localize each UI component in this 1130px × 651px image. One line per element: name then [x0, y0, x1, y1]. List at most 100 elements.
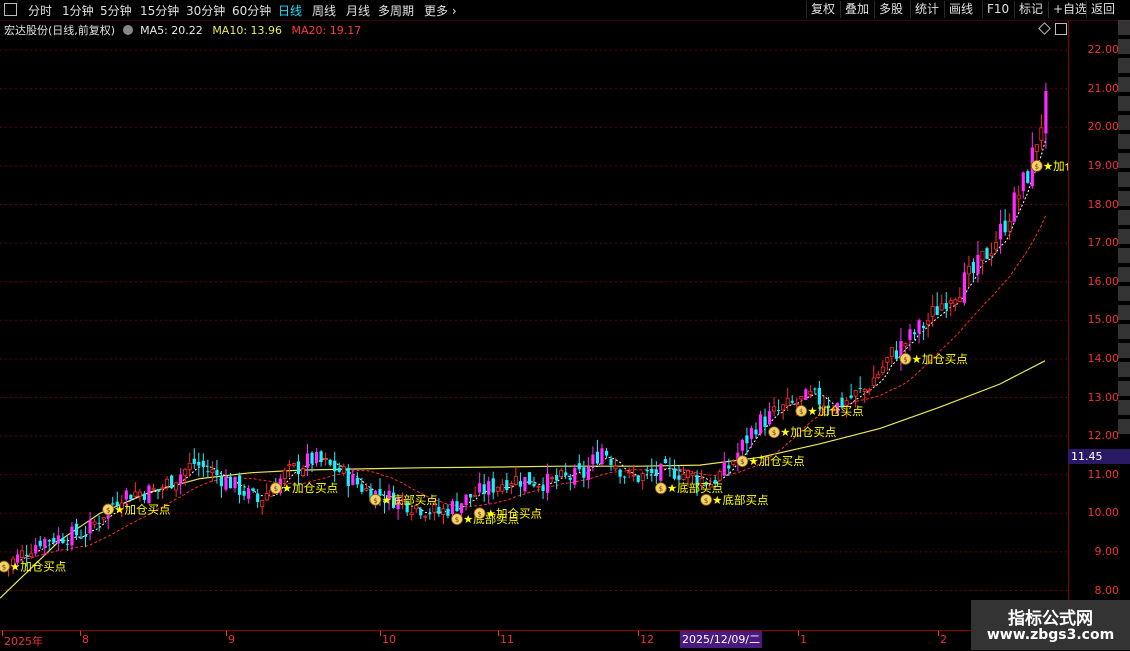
candle-body — [101, 517, 106, 520]
tab-timeframe-3[interactable]: 15分钟 — [140, 2, 179, 19]
tab-timeframe-8[interactable]: 月线 — [346, 2, 370, 19]
candle-body — [478, 483, 482, 493]
toolbar-button-6[interactable]: 标记 — [1014, 1, 1047, 18]
candle-body — [536, 485, 541, 488]
y-tick-label: 12.00 — [1087, 429, 1120, 443]
tab-timeframe-2[interactable]: 5分钟 — [100, 2, 132, 19]
candle-body — [450, 500, 455, 514]
candle-body — [219, 476, 224, 487]
toolbar-button-7[interactable]: +自选 — [1048, 1, 1091, 18]
candle-body — [957, 296, 962, 302]
tab-timeframe-9[interactable]: 多周期 — [378, 2, 414, 19]
toolbar-button-4[interactable]: 画线 — [944, 1, 977, 18]
candle-body — [446, 508, 450, 516]
candle-body — [794, 403, 799, 405]
dollar-glyph: $ — [1035, 163, 1039, 171]
candle-body — [319, 451, 323, 463]
toolbar-button-3[interactable]: 统计 — [910, 1, 943, 18]
settings-icon[interactable] — [122, 25, 133, 35]
candle-body — [20, 550, 25, 558]
candle-body — [930, 305, 935, 317]
candle-body — [137, 491, 142, 497]
side-strip-block — [1118, 96, 1130, 111]
candle-body — [192, 458, 196, 464]
side-strip-block — [1118, 324, 1130, 339]
dollar-glyph: $ — [740, 458, 744, 466]
tab-timeframe-1[interactable]: 1分钟 — [62, 2, 94, 19]
tab-timeframe-7[interactable]: 周线 — [312, 2, 336, 19]
signal-label: ★加仓买点 — [911, 352, 967, 366]
candle-body — [346, 467, 350, 486]
tab-timeframe-0[interactable]: 分时 — [28, 2, 52, 19]
candle-body — [314, 452, 319, 463]
candle-body — [595, 451, 600, 464]
side-strip-block — [1118, 210, 1130, 225]
candle-body — [568, 477, 572, 480]
candle-body — [727, 465, 731, 469]
tab-timeframe-6[interactable]: 日线 — [278, 2, 302, 19]
candle-body — [300, 468, 305, 477]
y-tick-label: 13.00 — [1087, 390, 1120, 404]
tab-timeframe-4[interactable]: 30分钟 — [186, 2, 225, 19]
side-strip-block — [1118, 134, 1130, 149]
ma10-label: MA10: 13.96 — [212, 24, 283, 37]
candle-body — [980, 250, 985, 262]
candle-body — [124, 490, 128, 500]
diamond-icon[interactable] — [1038, 22, 1051, 35]
panel-toggle-icon[interactable] — [1055, 23, 1067, 35]
signal-marker: $ ★加仓买点 — [736, 454, 805, 468]
candle-body — [989, 253, 994, 257]
candle-body — [215, 470, 219, 476]
candle-body — [862, 388, 867, 392]
candle-body — [577, 463, 581, 470]
toolbar-button-5[interactable]: F10 — [982, 1, 1013, 18]
candle-body — [206, 471, 210, 473]
toolbar-button-0[interactable]: 复权 — [806, 1, 839, 18]
candle-body — [781, 404, 786, 411]
side-strip-block — [1118, 58, 1130, 73]
candle-body — [659, 463, 663, 481]
candle-body — [889, 347, 894, 357]
candle-body — [849, 395, 853, 398]
candle-body — [853, 390, 858, 397]
candle-body — [654, 469, 658, 476]
signal-label: ★加仓买点 — [807, 404, 863, 418]
toolbar-button-8[interactable]: 返回 — [1086, 1, 1119, 18]
tab-timeframe-5[interactable]: 60分钟 — [232, 2, 271, 19]
candle-body — [799, 396, 804, 400]
candle-body — [179, 474, 183, 484]
candle-body — [423, 515, 428, 518]
candle-body — [912, 332, 917, 335]
y-tick-label: 18.00 — [1087, 197, 1120, 211]
kline-chart[interactable]: $ ★加仓买点$ ★加仓买点$ ★加仓买点$ ★底部买点$ ★底部买点$ ★加仓买点$ ★底部… — [0, 38, 1068, 630]
candle-body — [323, 458, 328, 461]
candle-body — [487, 481, 491, 495]
candle-body — [953, 299, 958, 305]
toolbar-button-2[interactable]: 多股 — [874, 1, 907, 18]
tab-timeframe-10[interactable]: 更多 › — [424, 2, 457, 19]
candle-body — [500, 484, 505, 492]
candle-body — [341, 466, 346, 474]
candle-body — [251, 488, 255, 492]
candle-body — [785, 397, 790, 407]
candle-body — [546, 473, 550, 493]
candle-body — [939, 303, 944, 311]
toolbar-button-1[interactable]: 叠加 — [840, 1, 873, 18]
candle-body — [513, 476, 518, 485]
candle-body — [876, 373, 881, 378]
candle-body — [56, 535, 60, 544]
signal-label: ★底部买点 — [712, 493, 768, 507]
candle-body — [97, 522, 101, 524]
candle-body — [29, 553, 34, 558]
candle-body — [1016, 194, 1021, 200]
candle-body — [174, 482, 179, 491]
candle-body — [527, 472, 532, 485]
signal-label: ★加仓买点 — [748, 454, 804, 468]
candle-body — [38, 540, 42, 547]
candle-body — [586, 466, 590, 480]
stock-title: 宏达股份(日线,前复权) — [4, 24, 116, 37]
window-icon[interactable] — [4, 3, 17, 16]
candle-body — [355, 477, 359, 485]
candle-body — [351, 474, 355, 485]
signals: $ ★加仓买点$ ★加仓买点$ ★加仓买点$ ★底部买点$ ★底部买点$ ★加仓买点$ ★底部… — [0, 159, 1068, 574]
